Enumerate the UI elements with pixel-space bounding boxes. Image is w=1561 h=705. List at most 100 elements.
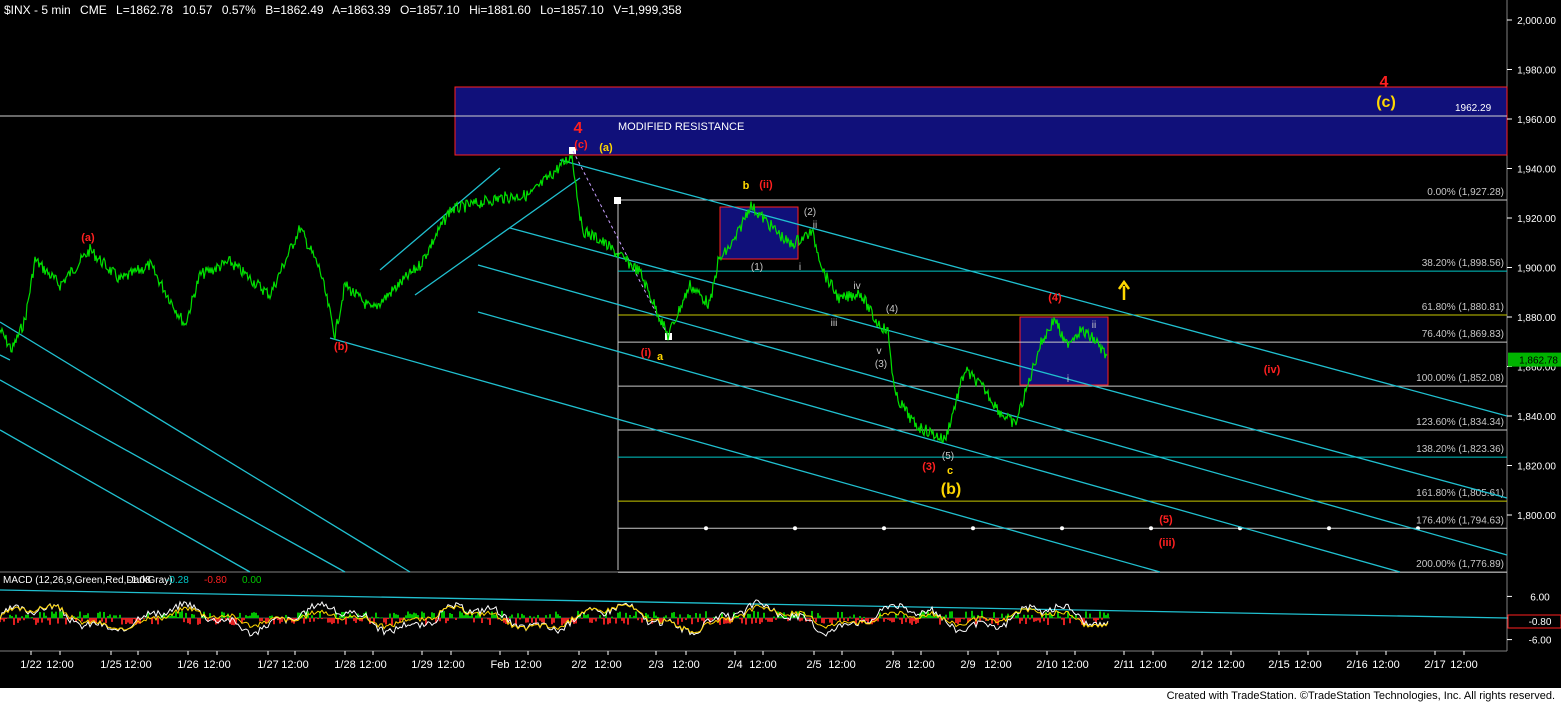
time-tick-label: 2/16	[1346, 659, 1367, 671]
time-tick-label: 12:00	[1061, 659, 1089, 671]
fib-label: 76.40% (1,869.83)	[1422, 329, 1504, 340]
footer: Created with TradeStation. ©TradeStation…	[0, 688, 1561, 705]
fib-dot	[793, 526, 797, 531]
fib-label: 200.00% (1,776.89)	[1416, 559, 1504, 570]
macd-value: -0.80	[204, 575, 227, 586]
price-tick-label: 2,000.00	[1517, 16, 1556, 27]
channel-line	[0, 321, 411, 573]
fib-dot	[1327, 526, 1331, 531]
channel-line	[0, 379, 346, 573]
time-tick-label: 12:00	[907, 659, 935, 671]
wave-label: (iv)	[1264, 364, 1281, 376]
wave-label: (4)	[886, 304, 898, 315]
wave-label: (4)	[1048, 292, 1062, 304]
macd-last-tag-label: -0.80	[1529, 617, 1552, 628]
wave-label: iv	[853, 281, 860, 292]
price-series	[0, 153, 1108, 444]
time-tick-label: 12:00	[437, 659, 465, 671]
chart-window: $INX - 5 min CME L=1862.78 10.57 0.57% B…	[0, 0, 1561, 705]
swing-marker	[614, 197, 621, 204]
channel-line	[477, 264, 1508, 556]
macd-value: -0.28	[166, 575, 189, 586]
fib-label: 123.60% (1,834.34)	[1416, 417, 1504, 428]
time-tick-label: 12:00	[828, 659, 856, 671]
wave-label: (3)	[875, 359, 887, 370]
wave-label: (a)	[81, 232, 95, 244]
time-tick-label: 12:00	[594, 659, 622, 671]
wave-label: iii	[831, 318, 838, 329]
wave-label: (b)	[334, 341, 348, 353]
target-value: 1962.29	[1455, 103, 1492, 114]
fib-label: 138.20% (1,823.36)	[1416, 444, 1504, 455]
time-tick-label: 12:00	[1450, 659, 1478, 671]
wave-label: v	[877, 346, 882, 357]
price-tick-label: 1,840.00	[1517, 412, 1556, 423]
resistance-box	[454, 86, 1508, 156]
macd-tick-label: -6.00	[1529, 636, 1552, 647]
time-tick-label: 2/11	[1114, 659, 1135, 671]
wave-label: (iii)	[1159, 537, 1176, 549]
time-tick-label: 12:00	[124, 659, 152, 671]
time-tick-label: 12:00	[1294, 659, 1322, 671]
wave-label: (2)	[804, 207, 816, 218]
last-price-tag-label: 1,862.78	[1519, 356, 1558, 367]
channel-line	[414, 177, 581, 296]
fib-dot	[1149, 526, 1153, 531]
time-tick-label: 2/5	[806, 659, 821, 671]
time-tick-label: 12:00	[281, 659, 309, 671]
time-tick-label: 12:00	[1372, 659, 1400, 671]
wave-label: b	[743, 180, 750, 192]
time-tick-label: 12:00	[46, 659, 74, 671]
wave-label: 4	[1380, 74, 1389, 91]
wave-label: 4	[574, 120, 583, 137]
time-tick-label: 1/22	[20, 659, 41, 671]
macd-value: 0.00	[242, 575, 262, 586]
time-tick-label: 12:00	[359, 659, 387, 671]
wave-label: (ii)	[759, 179, 773, 191]
footer-credit: Created with TradeStation. ©TradeStation…	[1166, 690, 1555, 702]
wave-label: c	[947, 465, 953, 477]
wave-label: a	[657, 351, 664, 363]
wave-label: (5)	[1159, 514, 1173, 526]
wave-label: (a)	[599, 142, 613, 154]
time-tick-label: 2/8	[885, 659, 900, 671]
wave-label: i	[1067, 374, 1069, 385]
time-tick-label: 12:00	[749, 659, 777, 671]
channel-line	[477, 311, 1401, 573]
price-tick-label: 1,920.00	[1517, 214, 1556, 225]
time-tick-label: 1/27	[257, 659, 278, 671]
price-chart[interactable]: MODIFIED RESISTANCE 1962.29 0.00% (1,927.2…	[0, 0, 1561, 688]
wave-label: (i)	[641, 347, 652, 359]
time-tick-label: 12:00	[1217, 659, 1245, 671]
up-arrow-icon	[1117, 279, 1131, 300]
wave-label: ii	[813, 220, 817, 231]
fib-label: 38.20% (1,898.56)	[1422, 258, 1504, 269]
fib-dot	[1060, 526, 1064, 531]
time-tick-label: 2/2	[571, 659, 586, 671]
wave-label: (c)	[574, 139, 588, 151]
wave-label: (1)	[751, 262, 763, 273]
time-tick-label: 2/3	[648, 659, 663, 671]
wave-label: (b)	[941, 481, 961, 498]
wave-label: i	[799, 262, 801, 273]
wave-label: (5)	[942, 451, 954, 462]
time-tick-label: 12:00	[984, 659, 1012, 671]
time-tick-label: 12:00	[1139, 659, 1167, 671]
fib-label: 176.40% (1,794.63)	[1416, 515, 1504, 526]
wave-label: ii	[1092, 320, 1096, 331]
resistance-label: MODIFIED RESISTANCE	[618, 121, 744, 133]
macd-value: -1.08	[128, 575, 151, 586]
time-tick-label: 1/25	[100, 659, 121, 671]
time-tick-label: 1/28	[334, 659, 355, 671]
time-tick-label: 2/17	[1424, 659, 1445, 671]
fib-dot	[704, 526, 708, 531]
price-tick-label: 1,980.00	[1517, 66, 1556, 77]
channel-line	[379, 167, 501, 271]
fib-label: 0.00% (1,927.28)	[1427, 187, 1504, 198]
time-tick-label: 12:00	[514, 659, 542, 671]
channel-line	[0, 354, 11, 361]
macd-tick-label: 6.00	[1530, 592, 1550, 603]
wave-label: (c)	[1376, 94, 1396, 111]
price-tick-label: 1,940.00	[1517, 165, 1556, 176]
time-tick-label: 2/9	[960, 659, 975, 671]
